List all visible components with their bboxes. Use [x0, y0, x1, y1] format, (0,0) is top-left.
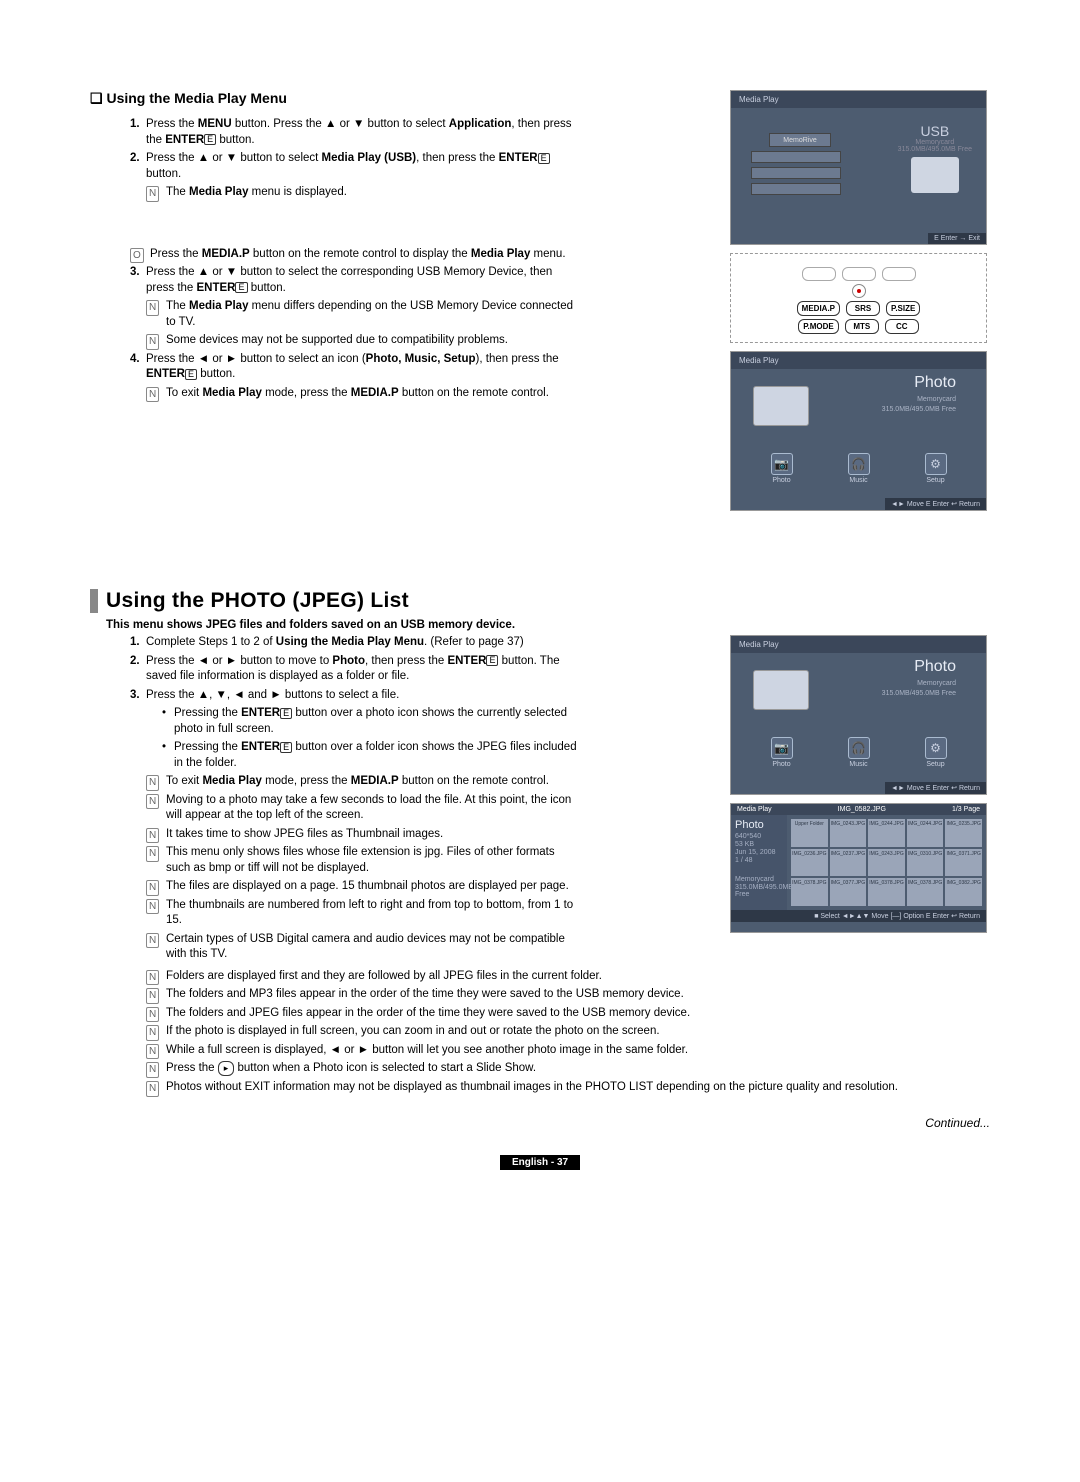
- note-icon: N: [146, 387, 159, 403]
- thumbnail-grid: Upper Folder IMG_0243.JPG IMG_0244.JPG I…: [787, 815, 986, 910]
- note: NTo exit Media Play mode, press the MEDI…: [146, 774, 580, 790]
- play-icon: ▸: [218, 1061, 235, 1075]
- note-icon: N: [146, 186, 159, 202]
- music-icon: 🎧: [848, 737, 870, 759]
- step2: 2.Press the ▲ or ▼ button to select Medi…: [130, 151, 580, 182]
- music-icon: 🎧: [848, 453, 870, 475]
- enter-icon: E: [235, 282, 247, 293]
- note-icon: N: [146, 970, 159, 986]
- photo-icon: 📷: [771, 453, 793, 475]
- note-icon: N: [146, 1081, 159, 1097]
- note-icon: N: [146, 1007, 159, 1023]
- note-icon: N: [146, 300, 159, 316]
- enter-icon: E: [486, 655, 498, 666]
- enter-icon: E: [185, 369, 197, 380]
- screen-photo-menu-2: Media Play Photo Memorycard 315.0MB/495.…: [730, 635, 987, 795]
- note-icon: N: [146, 1044, 159, 1060]
- continued-label: Continued...: [90, 1116, 990, 1130]
- bullet: Pressing the ENTERE button over a folder…: [162, 740, 580, 771]
- note: NFolders are displayed first and they ar…: [146, 969, 990, 985]
- section2-heading: Using the PHOTO (JPEG) List: [106, 589, 409, 613]
- note: NThe Media Play menu differs depending o…: [146, 299, 580, 330]
- usb-icon: [911, 157, 959, 193]
- note: NCertain types of USB Digital camera and…: [146, 932, 580, 963]
- section1-heading: Using the Media Play Menu: [90, 90, 580, 107]
- screen-photo-menu: Media Play Photo Memorycard 315.0MB/495.…: [730, 351, 987, 511]
- setup-icon: ⚙: [925, 737, 947, 759]
- note-icon: N: [146, 988, 159, 1004]
- photo-icon: 📷: [771, 737, 793, 759]
- note: NThis menu only shows files whose file e…: [146, 845, 580, 876]
- setup-icon: ⚙: [925, 453, 947, 475]
- note-icon: N: [146, 775, 159, 791]
- note: NThe files are displayed on a page. 15 t…: [146, 879, 580, 895]
- note-icon: N: [146, 334, 159, 350]
- step1: 1.Complete Steps 1 to 2 of Using the Med…: [130, 635, 580, 651]
- note: NThe thumbnails are numbered from left t…: [146, 898, 580, 929]
- step3: 3.Press the ▲, ▼, ◄ and ► buttons to sel…: [130, 688, 580, 704]
- enter-icon: E: [538, 153, 550, 164]
- intro: This menu shows JPEG files and folders s…: [106, 619, 990, 631]
- note-icon: N: [146, 933, 159, 949]
- enter-icon: E: [204, 134, 216, 145]
- photo-thumb-icon: [753, 386, 809, 426]
- note: NTo exit Media Play mode, press the MEDI…: [146, 386, 580, 402]
- note: NIt takes time to show JPEG files as Thu…: [146, 827, 580, 843]
- note-icon: N: [146, 846, 159, 862]
- step2: 2.Press the ◄ or ► button to move to Pho…: [130, 654, 580, 685]
- note: NPress the ▸ button when a Photo icon is…: [146, 1061, 990, 1077]
- bullet: Pressing the ENTERE button over a photo …: [162, 706, 580, 737]
- note: NPhotos without EXIT information may not…: [146, 1080, 990, 1096]
- note: NSome devices may not be supported due t…: [146, 333, 580, 349]
- step3: 3.Press the ▲ or ▼ button to select the …: [130, 265, 580, 296]
- step1: 1.Press the MENU button. Press the ▲ or …: [130, 117, 580, 148]
- remote-icon: O: [130, 248, 144, 264]
- page-footer: English - 37: [90, 1154, 990, 1168]
- note-icon: N: [146, 1025, 159, 1041]
- note: NThe folders and MP3 files appear in the…: [146, 987, 990, 1003]
- screen-photo-list: Media Play IMG_0582.JPG 1/3 Page Photo 6…: [730, 803, 987, 933]
- note-icon: N: [146, 794, 159, 810]
- remote-note: OPress the MEDIA.P button on the remote …: [130, 247, 580, 263]
- note: NIf the photo is displayed in full scree…: [146, 1024, 990, 1040]
- note-icon: N: [146, 1062, 159, 1078]
- remote-diagram: MEDIA.PSRSP.SIZE P.MODEMTSCC: [730, 253, 987, 343]
- enter-icon: E: [280, 742, 292, 753]
- note: NThe Media Play menu is displayed.: [146, 185, 580, 201]
- screen-media-play-usb: Media Play MemoRive USB Memorycard 315.0…: [730, 90, 987, 245]
- note-icon: N: [146, 899, 159, 915]
- note: NThe folders and JPEG files appear in th…: [146, 1006, 990, 1022]
- enter-icon: E: [280, 708, 292, 719]
- note-icon: N: [146, 880, 159, 896]
- note: NMoving to a photo may take a few second…: [146, 793, 580, 824]
- photo-thumb-icon: [753, 670, 809, 710]
- record-dot-icon: [852, 284, 866, 298]
- note-icon: N: [146, 828, 159, 844]
- note: NWhile a full screen is displayed, ◄ or …: [146, 1043, 990, 1059]
- step4: 4.Press the ◄ or ► button to select an i…: [130, 352, 580, 383]
